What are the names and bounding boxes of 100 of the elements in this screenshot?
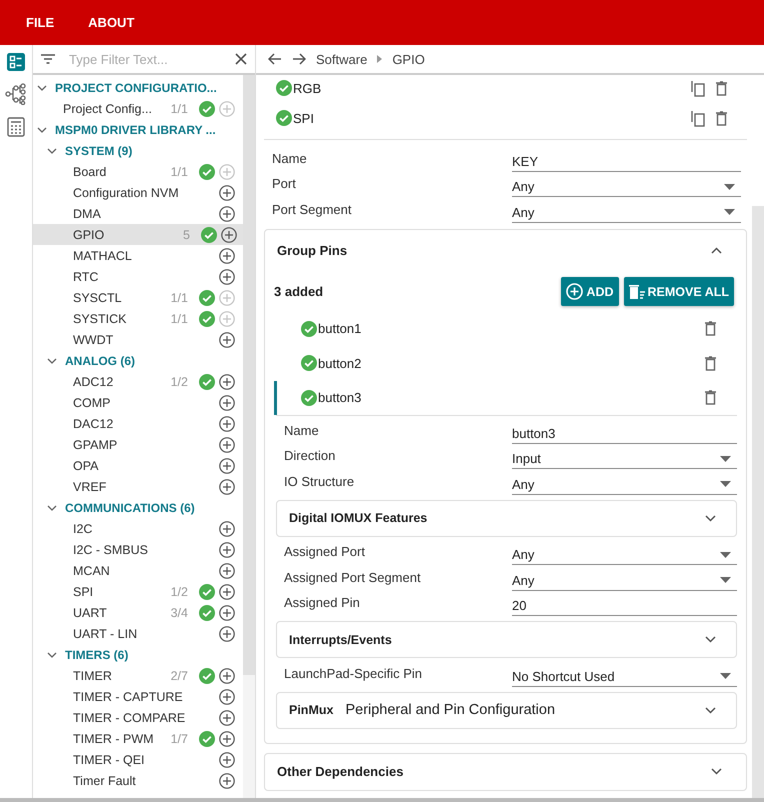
filter-icon[interactable] bbox=[41, 54, 55, 64]
category-label[interactable]: TIMERS (6) bbox=[65, 648, 128, 662]
list-view-icon[interactable] bbox=[7, 53, 25, 71]
add-icon[interactable] bbox=[219, 584, 235, 600]
add-icon[interactable] bbox=[219, 752, 235, 768]
dropdown-field[interactable]: Any bbox=[512, 474, 737, 494]
add-icon[interactable] bbox=[219, 268, 235, 284]
add-icon[interactable] bbox=[219, 688, 235, 704]
add-icon[interactable] bbox=[219, 458, 235, 474]
close-icon[interactable] bbox=[235, 53, 247, 65]
add-icon[interactable] bbox=[219, 478, 235, 494]
chevron-icon[interactable] bbox=[705, 514, 716, 522]
module-item[interactable]: GPAMP bbox=[33, 434, 243, 455]
module-item[interactable]: I2C - SMBUS bbox=[33, 539, 243, 560]
module-item[interactable]: TIMER - COMPARE bbox=[33, 707, 243, 728]
chevron-icon[interactable] bbox=[37, 126, 47, 132]
add-icon[interactable] bbox=[219, 542, 235, 558]
dropdown-field[interactable]: Any bbox=[512, 202, 741, 222]
chevron-icon[interactable] bbox=[711, 247, 722, 254]
section-title[interactable]: PinMux bbox=[289, 703, 334, 717]
menu-item[interactable]: FILE bbox=[26, 15, 54, 30]
module-item[interactable]: TIMER 2/7 bbox=[33, 665, 243, 686]
add-icon[interactable] bbox=[219, 416, 235, 432]
text-field[interactable]: KEY bbox=[512, 152, 741, 172]
back-arrow-icon[interactable] bbox=[268, 53, 282, 65]
chevron-icon[interactable] bbox=[705, 636, 716, 643]
pin-item[interactable]: button3 bbox=[274, 380, 746, 415]
chevron-icon[interactable] bbox=[705, 706, 716, 714]
menu-item[interactable]: ABOUT bbox=[88, 15, 134, 30]
add-icon[interactable] bbox=[219, 626, 235, 642]
chevron-icon[interactable] bbox=[47, 358, 57, 364]
delete-icon[interactable] bbox=[716, 80, 727, 96]
add-icon[interactable] bbox=[219, 710, 235, 726]
module-item[interactable]: MCAN bbox=[33, 560, 243, 581]
add-icon[interactable] bbox=[219, 730, 235, 746]
chevron-icon[interactable] bbox=[37, 84, 47, 90]
section-title[interactable]: Group Pins bbox=[277, 243, 348, 258]
module-item[interactable]: TIMER - CAPTURE bbox=[33, 686, 243, 707]
add-icon[interactable] bbox=[219, 562, 235, 578]
forward-arrow-icon[interactable] bbox=[292, 53, 306, 65]
chevron-icon[interactable] bbox=[47, 652, 57, 658]
add-icon[interactable] bbox=[219, 436, 235, 452]
add-icon[interactable] bbox=[219, 394, 235, 410]
module-item[interactable]: TIMER - PWM 1/7 bbox=[33, 728, 243, 749]
chevron-icon[interactable] bbox=[47, 504, 57, 510]
module-item[interactable]: OPA bbox=[33, 455, 243, 476]
copy-icon[interactable] bbox=[691, 80, 705, 96]
category-label[interactable]: SYSTEM (9) bbox=[65, 144, 132, 158]
chevron-icon[interactable] bbox=[47, 148, 57, 154]
delete-icon[interactable] bbox=[705, 390, 716, 406]
dropdown-field[interactable]: Any bbox=[512, 177, 741, 197]
scrollbar-thumb[interactable] bbox=[752, 206, 764, 798]
module-item[interactable]: Timer Fault bbox=[33, 770, 243, 791]
add-button[interactable]: ADD bbox=[561, 277, 619, 306]
section-title[interactable]: Digital IOMUX Features bbox=[289, 511, 428, 525]
section-title[interactable]: Interrupts/Events bbox=[289, 632, 392, 646]
module-item[interactable]: I2C bbox=[33, 518, 243, 539]
module-item[interactable]: UART 3/4 bbox=[33, 602, 243, 623]
calculator-icon[interactable] bbox=[7, 117, 25, 137]
dropdown-field[interactable]: No Shortcut Used bbox=[512, 666, 737, 686]
add-icon[interactable] bbox=[219, 772, 235, 788]
module-item[interactable]: DAC12 bbox=[33, 413, 243, 434]
section-title[interactable]: Other Dependencies bbox=[277, 764, 404, 779]
module-item[interactable]: TIMER - QEI bbox=[33, 749, 243, 770]
add-icon[interactable] bbox=[219, 184, 235, 200]
module-item[interactable]: RTC bbox=[33, 266, 243, 287]
text-field[interactable]: button3 bbox=[512, 424, 737, 444]
add-icon[interactable] bbox=[219, 332, 235, 348]
module-item[interactable]: VREF bbox=[33, 476, 243, 497]
hierarchy-icon[interactable] bbox=[5, 83, 27, 105]
module-item[interactable]: GPIO 5 bbox=[33, 224, 243, 245]
module-item[interactable]: COMP bbox=[33, 392, 243, 413]
module-item[interactable]: SYSCTL 1/1 bbox=[33, 287, 243, 308]
module-item[interactable]: Configuration NVM bbox=[33, 182, 243, 203]
pin-item[interactable]: button1 bbox=[274, 312, 746, 346]
add-icon[interactable] bbox=[219, 206, 235, 222]
breadcrumb-link[interactable]: Software bbox=[316, 52, 368, 66]
dropdown-field[interactable]: Any bbox=[512, 545, 737, 565]
module-item[interactable]: SYSTICK 1/1 bbox=[33, 308, 243, 329]
add-icon[interactable] bbox=[219, 520, 235, 536]
instance-name[interactable]: SPI bbox=[293, 110, 690, 126]
instance-name[interactable]: RGB bbox=[293, 80, 690, 96]
breadcrumb-link[interactable]: GPIO bbox=[392, 52, 425, 66]
delete-icon[interactable] bbox=[716, 110, 727, 126]
copy-icon[interactable] bbox=[691, 110, 705, 126]
module-item[interactable]: DMA bbox=[33, 203, 243, 224]
dropdown-field[interactable]: Input bbox=[512, 449, 737, 469]
module-item[interactable]: Project Config... 1/1 bbox=[33, 98, 243, 119]
dropdown-field[interactable]: Any bbox=[512, 570, 737, 590]
module-item[interactable]: MATHACL bbox=[33, 245, 243, 266]
module-item[interactable]: Board 1/1 bbox=[33, 161, 243, 182]
module-item[interactable]: SPI 1/2 bbox=[33, 581, 243, 602]
text-field[interactable]: 20 bbox=[512, 596, 737, 616]
add-icon[interactable] bbox=[221, 226, 237, 242]
add-icon[interactable] bbox=[219, 604, 235, 620]
delete-icon[interactable] bbox=[705, 356, 716, 371]
category-label[interactable]: ANALOG (6) bbox=[65, 354, 135, 368]
category-label[interactable]: PROJECT CONFIGURATIO... bbox=[55, 80, 217, 94]
category-label[interactable]: MSPM0 DRIVER LIBRARY ... bbox=[55, 122, 216, 136]
remove-all-button[interactable]: REMOVE ALL bbox=[624, 277, 734, 306]
